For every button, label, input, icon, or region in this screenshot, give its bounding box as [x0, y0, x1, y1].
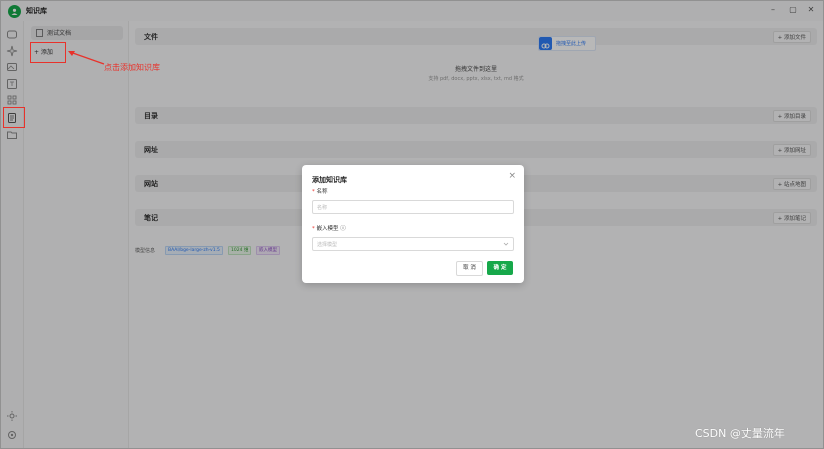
- name-label-text: 名称: [316, 189, 328, 195]
- model-select-placeholder: 选择模型: [317, 242, 338, 248]
- dialog-close-icon[interactable]: ×: [508, 171, 516, 181]
- dialog-title: 添加知识库: [312, 176, 347, 184]
- help-icon: ⓘ: [340, 226, 346, 232]
- cancel-button[interactable]: 取 消: [456, 261, 483, 276]
- name-field-label: * 名称: [312, 189, 328, 195]
- confirm-button[interactable]: 确 定: [487, 261, 513, 275]
- name-input[interactable]: 名称: [312, 200, 514, 214]
- arrow-icon: [68, 51, 105, 65]
- name-input-placeholder: 名称: [317, 205, 328, 211]
- highlight-box-sidebar-icon: [3, 107, 25, 128]
- chevron-down-icon: [503, 242, 509, 246]
- annotation-text: 点击添加知识库: [104, 63, 160, 72]
- model-select[interactable]: 选择模型: [312, 237, 514, 251]
- watermark: CSDN @丈量流年: [695, 427, 785, 440]
- model-field-label: * 嵌入模型 ⓘ: [312, 226, 346, 232]
- model-label-text: 嵌入模型: [316, 226, 339, 232]
- highlight-box-add-button: [30, 42, 66, 63]
